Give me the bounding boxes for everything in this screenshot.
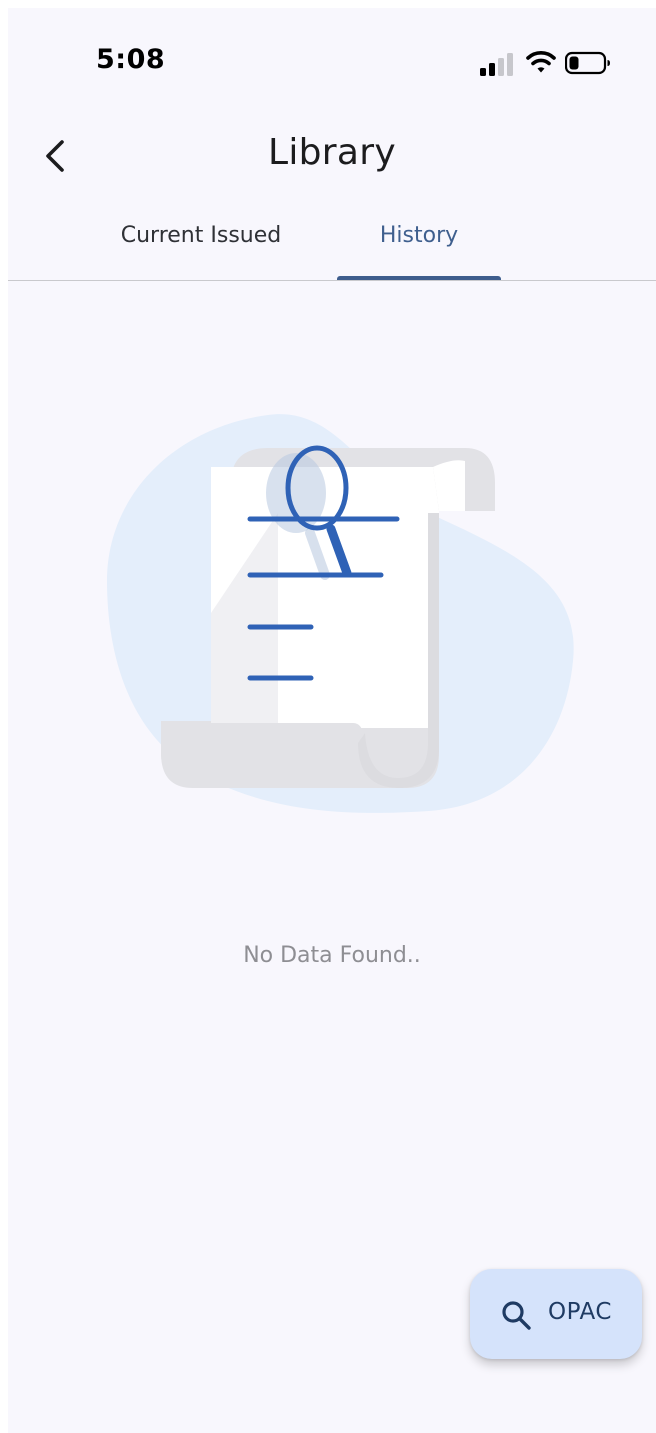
wifi-icon xyxy=(526,51,556,73)
tab-label: History xyxy=(379,223,459,248)
tab-divider xyxy=(8,280,656,281)
tab-label: Current Issued xyxy=(120,223,282,248)
tab-history[interactable]: History xyxy=(337,223,501,281)
opac-search-button[interactable]: OPAC xyxy=(470,1269,642,1359)
status-time: 5:08 xyxy=(96,44,166,75)
battery-icon xyxy=(565,51,610,75)
page-title: Library xyxy=(268,132,396,173)
library-screen: 5:08 Library Current Issued History No D… xyxy=(8,8,656,1433)
tab-current-issued[interactable]: Current Issued xyxy=(90,223,312,281)
signal-icon xyxy=(480,53,513,76)
scroll-bottom-roll xyxy=(161,723,393,783)
search-icon xyxy=(502,1301,531,1330)
document-scroll-search-icon xyxy=(107,414,574,813)
opac-label: OPAC xyxy=(548,1299,612,1325)
empty-state-message: No Data Found.. xyxy=(243,943,421,968)
status-bar: 5:08 xyxy=(8,8,656,118)
